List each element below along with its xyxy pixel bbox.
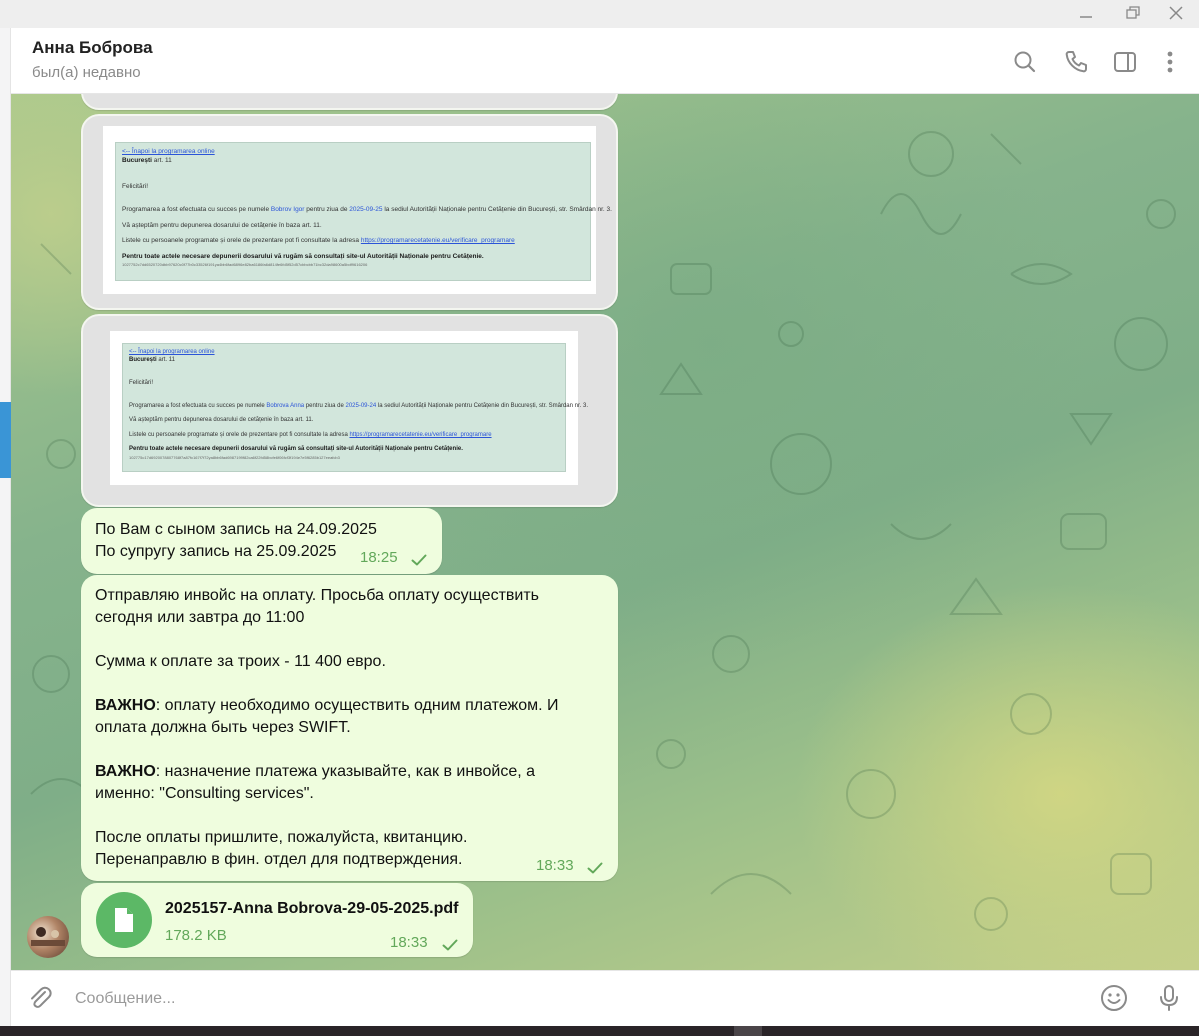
message-line: именно: "Consulting services". <box>95 785 314 802</box>
emoji-icon[interactable] <box>1099 983 1129 1013</box>
text-message[interactable]: Отправляю инвойс на оплату. Просьба опла… <box>81 575 618 881</box>
hash-code: 102775c17d6920078807768f7a87fc167f7f72ya… <box>129 455 340 460</box>
message-input[interactable] <box>73 985 1077 1013</box>
message-line: Отправляю инвойс на оплату. Просьба опла… <box>95 587 539 604</box>
confirmation-text: pentru ziua de <box>304 403 346 409</box>
article-label: art. 11 <box>156 357 175 363</box>
message-line: сегодня или завтра до 11:00 <box>95 609 305 626</box>
file-message[interactable]: 2025157-Anna Bobrova-29-05-2025.pdf 178.… <box>81 883 473 957</box>
phone-icon[interactable] <box>1062 48 1090 76</box>
selected-chat-indicator <box>0 402 11 478</box>
documents-note: Pentru toate actele necesare depunerii d… <box>122 253 484 260</box>
file-name[interactable]: 2025157-Anna Bobrova-29-05-2025.pdf <box>165 900 458 918</box>
file-size: 178.2 KB <box>165 927 227 944</box>
message-time: 18:33 <box>390 934 428 951</box>
list-text: Listele cu persoanele programate și orel… <box>122 237 361 244</box>
chat-header: Анна Боброва был(а) недавно <box>11 28 1199 94</box>
verify-link: https://programarecetatenie.eu/verificar… <box>360 237 515 244</box>
back-link-text: <-- Înapoi la programarea online <box>129 349 215 355</box>
chat-list-edge <box>0 28 11 1026</box>
article-label: art. 11 <box>151 157 172 164</box>
avatar[interactable] <box>27 916 69 958</box>
last-seen-status: был(а) недавно <box>32 64 141 81</box>
os-taskbar <box>0 1026 1199 1036</box>
applicant-name: Bobrova Anna <box>266 403 305 409</box>
microphone-icon[interactable] <box>1154 983 1184 1013</box>
message-line: Сумма к оплате за троих - 11 400 евро. <box>95 653 386 670</box>
more-vertical-icon[interactable] <box>1156 48 1184 76</box>
waiting-text: Vă așteptăm pentru depunerea dosarului d… <box>122 222 322 229</box>
appointment-screenshot: <-- Înapoi la programarea online Bucureș… <box>110 331 588 485</box>
message-time: 18:33 <box>536 857 574 874</box>
verify-link: https://programarecetatenie.eu/verificar… <box>349 432 492 438</box>
important-label: ВАЖНО <box>95 763 156 780</box>
appointment-date: 2025-09-24 <box>345 403 377 409</box>
waiting-text: Vă așteptăm pentru depunerea dosarului d… <box>129 417 314 423</box>
message-line: оплата должна быть через SWIFT. <box>95 719 351 736</box>
window-titlebar <box>0 0 1199 29</box>
city-label: București <box>129 357 157 363</box>
file-icon <box>115 908 133 932</box>
message-line: По супругу запись на 25.09.2025 <box>95 543 337 560</box>
documents-note: Pentru toate actele necesare depunerii d… <box>129 446 463 452</box>
confirmation-text: la sediul Autorității Naționale pentru C… <box>382 206 612 213</box>
close-icon[interactable] <box>1165 4 1187 22</box>
confirmation-text: pentru ziua de <box>304 206 350 213</box>
check-icon <box>411 554 427 566</box>
check-icon <box>442 939 458 951</box>
taskbar-item[interactable] <box>734 1026 762 1036</box>
important-label: ВАЖНО <box>95 697 156 714</box>
message-line: После оплаты пришлите, пожалуйста, квита… <box>95 829 468 846</box>
message-line: : оплату необходимо осуществить одним пл… <box>155 697 559 714</box>
message-line: : назначение платежа указывайте, как в и… <box>155 763 536 780</box>
appointment-date: 2025-09-25 <box>349 206 383 213</box>
chat-title[interactable]: Анна Боброва <box>32 38 153 58</box>
city-label: București <box>122 157 152 164</box>
image-message[interactable]: <-- Înapoi la programarea online Bucureș… <box>81 114 618 310</box>
message-line: Перенаправлю в фин. отдел для подтвержде… <box>95 851 463 868</box>
hash-code: 1027752c7dd6520720dbb97620c0f77b0c33526f… <box>122 262 368 267</box>
appointment-screenshot: <-- Înapoi la programarea online Bucureș… <box>103 126 612 294</box>
restore-icon[interactable] <box>1121 4 1143 22</box>
applicant-name: Bobrov Igor <box>270 206 305 213</box>
message-line: По Вам с сыном запись на 24.09.2025 <box>95 521 377 538</box>
confirmation-text: Programarea a fost efectuata cu succes p… <box>129 403 267 409</box>
search-icon[interactable] <box>1011 48 1039 76</box>
minimize-icon[interactable] <box>1075 4 1097 22</box>
paperclip-icon[interactable] <box>25 983 55 1013</box>
message-composer <box>11 970 1199 1026</box>
file-download-button[interactable] <box>96 892 152 948</box>
sidebar-toggle-icon[interactable] <box>1111 48 1139 76</box>
check-icon <box>587 862 603 874</box>
image-message[interactable]: <-- Înapoi la programarea online Bucureș… <box>81 314 618 507</box>
back-link-text: <-- Înapoi la programarea online <box>122 148 215 155</box>
image-message-partial[interactable] <box>81 94 618 110</box>
chat-messages-area[interactable]: <-- Înapoi la programarea online Bucureș… <box>11 94 1199 970</box>
confirmation-text: la sediul Autorității Naționale pentru C… <box>376 403 588 409</box>
confirmation-text: Programarea a fost efectuata cu succes p… <box>122 206 271 213</box>
message-time: 18:25 <box>360 549 398 566</box>
congrats-text: Felicitări! <box>122 183 149 190</box>
congrats-text: Felicitări! <box>129 380 154 386</box>
list-text: Listele cu persoanele programate și orel… <box>129 432 350 438</box>
text-message[interactable]: По Вам с сыном запись на 24.09.2025 По с… <box>81 508 442 574</box>
